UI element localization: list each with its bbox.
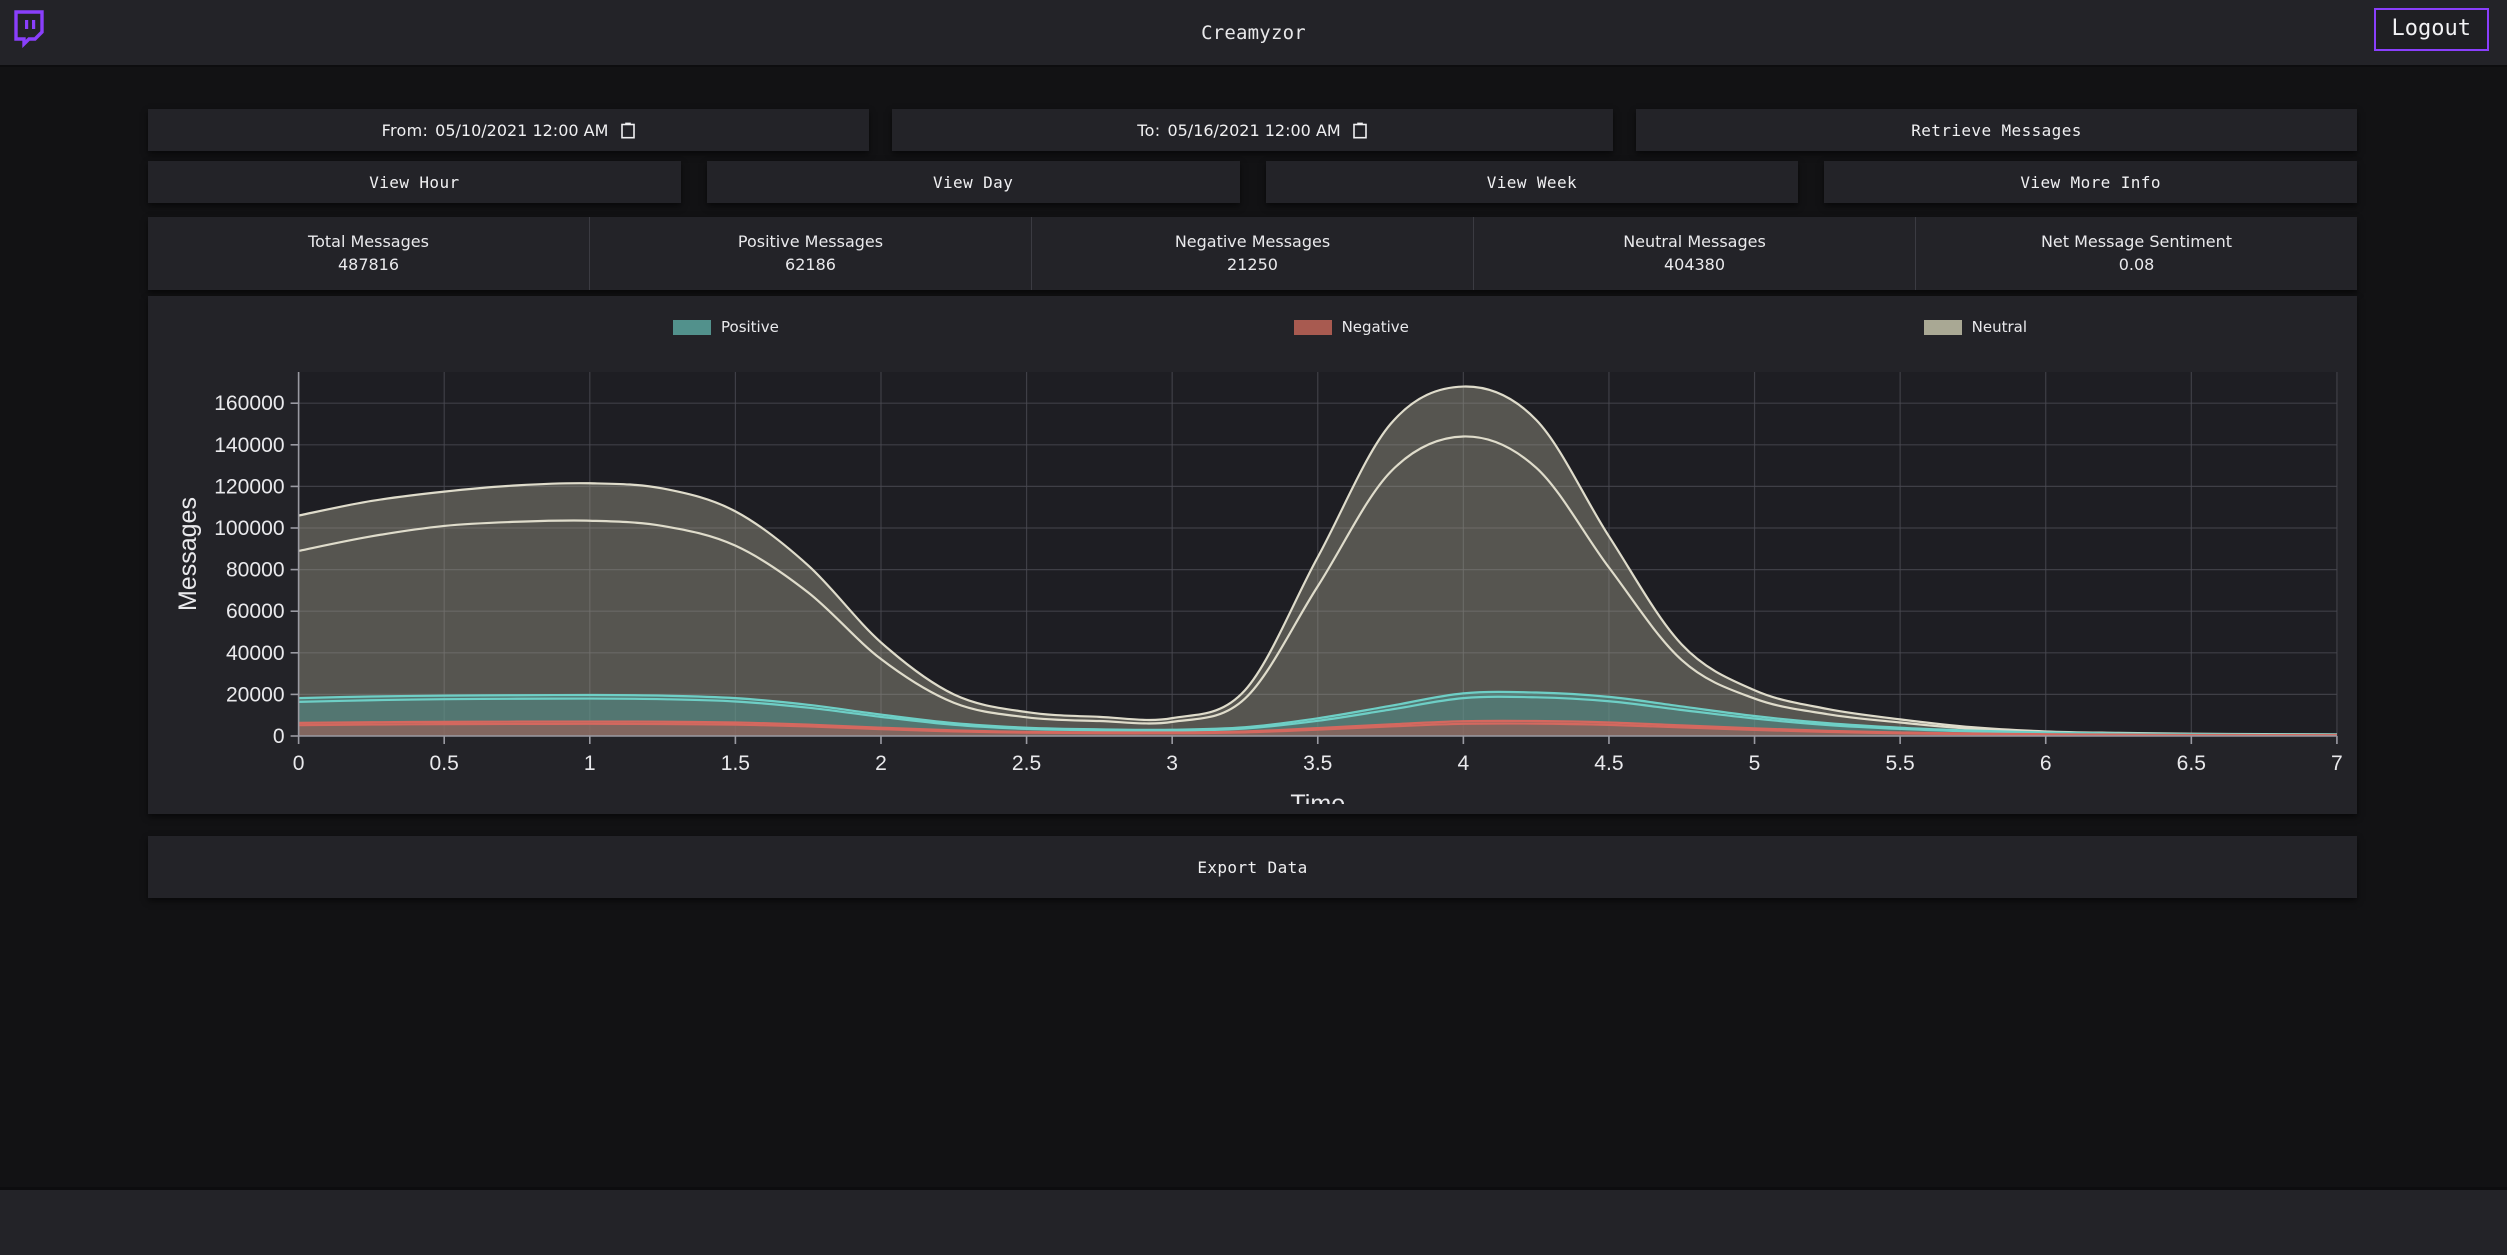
svg-text:6: 6 (2040, 752, 2052, 775)
view-day-button[interactable]: View Day (707, 161, 1240, 203)
svg-text:20000: 20000 (226, 684, 285, 707)
stat-value: 404380 (1478, 253, 1911, 276)
svg-text:160000: 160000 (214, 393, 284, 416)
stats-panel: Total Messages 487816 Positive Messages … (148, 217, 2357, 290)
view-hour-button[interactable]: View Hour (148, 161, 681, 203)
legend-item-positive[interactable]: Positive (673, 318, 779, 336)
stat-negative-messages: Negative Messages 21250 (1032, 217, 1474, 290)
legend-swatch-positive (673, 320, 711, 335)
legend-item-neutral[interactable]: Neutral (1924, 318, 2027, 336)
view-more-info-button[interactable]: View More Info (1824, 161, 2357, 203)
svg-text:0: 0 (293, 752, 305, 775)
legend-swatch-negative (1294, 320, 1332, 335)
svg-text:3.5: 3.5 (1303, 752, 1332, 775)
x-axis-label: Time (1290, 790, 1345, 804)
svg-text:0: 0 (273, 725, 285, 748)
svg-text:6.5: 6.5 (2177, 752, 2206, 775)
retrieve-messages-button[interactable]: Retrieve Messages (1636, 109, 2357, 151)
twitch-logo-icon[interactable] (12, 10, 46, 52)
chart-card: Positive Negative Neutral 02000040000600… (148, 296, 2357, 814)
svg-text:80000: 80000 (226, 559, 285, 582)
chart-plot-area: 0 20000 40000 60000 80000 100000 120000 140000 1… (148, 344, 2357, 804)
page-body: From: 05/10/2021 12:00 AM To: 05/16/2021… (0, 67, 2507, 1157)
svg-text:40000: 40000 (226, 642, 285, 665)
svg-text:7: 7 (2331, 752, 2343, 775)
stat-label: Neutral Messages (1478, 230, 1911, 253)
svg-text:140000: 140000 (214, 434, 284, 457)
page-title: Creamyzor (0, 0, 2507, 65)
legend-item-negative[interactable]: Negative (1294, 318, 1409, 336)
from-label: From: (382, 121, 429, 140)
from-date-value: 05/10/2021 12:00 AM (435, 121, 608, 140)
calendar-icon[interactable] (1353, 122, 1368, 139)
chart-legend: Positive Negative Neutral (148, 310, 2357, 344)
legend-label-negative: Negative (1342, 318, 1409, 336)
export-data-button[interactable]: Export Data (148, 836, 2357, 898)
stat-value: 21250 (1036, 253, 1469, 276)
from-date-input[interactable]: From: 05/10/2021 12:00 AM (148, 109, 869, 151)
view-week-button[interactable]: View Week (1266, 161, 1799, 203)
calendar-icon[interactable] (620, 122, 635, 139)
to-date-input[interactable]: To: 05/16/2021 12:00 AM (892, 109, 1613, 151)
svg-text:3: 3 (1166, 752, 1178, 775)
export-row: Export Data (0, 836, 2507, 898)
stat-total-messages: Total Messages 487816 (148, 217, 590, 290)
to-label: To: (1137, 121, 1160, 140)
to-date-value: 05/16/2021 12:00 AM (1167, 121, 1340, 140)
chart-svg: 0 20000 40000 60000 80000 100000 120000 140000 1… (148, 344, 2357, 804)
svg-text:60000: 60000 (226, 601, 285, 624)
stat-label: Negative Messages (1036, 230, 1469, 253)
y-axis-label: Messages (174, 497, 202, 611)
svg-text:4: 4 (1457, 752, 1469, 775)
view-buttons-row: View Hour View Day View Week View More I… (0, 161, 2507, 203)
svg-text:2: 2 (875, 752, 887, 775)
stat-net-message-sentiment: Net Message Sentiment 0.08 (1916, 217, 2357, 290)
svg-text:1: 1 (584, 752, 596, 775)
stat-neutral-messages: Neutral Messages 404380 (1474, 217, 1916, 290)
svg-text:2.5: 2.5 (1012, 752, 1041, 775)
svg-text:5.5: 5.5 (1885, 752, 1914, 775)
logout-button[interactable]: Logout (2374, 8, 2489, 51)
chart-row: Positive Negative Neutral 02000040000600… (0, 296, 2507, 814)
stat-value: 62186 (594, 253, 1027, 276)
legend-label-positive: Positive (721, 318, 779, 336)
svg-text:0.5: 0.5 (430, 752, 459, 775)
stat-value: 487816 (152, 253, 585, 276)
stat-label: Total Messages (152, 230, 585, 253)
legend-label-neutral: Neutral (1972, 318, 2027, 336)
stat-label: Positive Messages (594, 230, 1027, 253)
footer-bar (0, 1187, 2507, 1255)
svg-text:1.5: 1.5 (721, 752, 750, 775)
svg-text:120000: 120000 (214, 476, 284, 499)
svg-text:100000: 100000 (214, 517, 284, 540)
legend-swatch-neutral (1924, 320, 1962, 335)
stat-positive-messages: Positive Messages 62186 (590, 217, 1032, 290)
svg-text:5: 5 (1749, 752, 1761, 775)
stat-value: 0.08 (1920, 253, 2353, 276)
app-header: Creamyzor Logout (0, 0, 2507, 67)
stats-row: Total Messages 487816 Positive Messages … (0, 217, 2507, 290)
stat-label: Net Message Sentiment (1920, 230, 2353, 253)
svg-text:4.5: 4.5 (1594, 752, 1623, 775)
date-controls-row: From: 05/10/2021 12:00 AM To: 05/16/2021… (0, 109, 2507, 151)
